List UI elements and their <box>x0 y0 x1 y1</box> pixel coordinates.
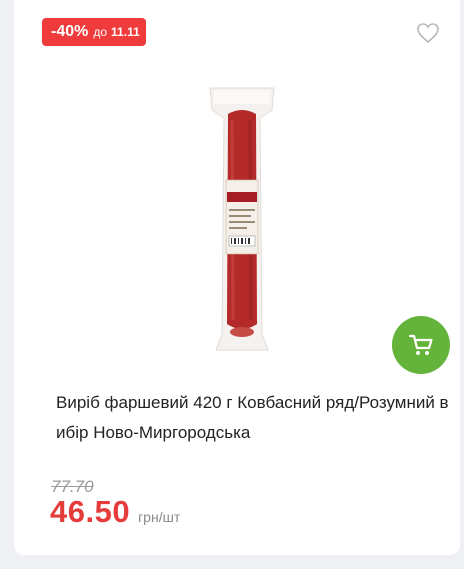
discount-date: 11.11 <box>111 25 140 39</box>
product-image <box>209 87 275 351</box>
discount-percent: -40% <box>51 23 89 40</box>
cart-icon <box>408 334 433 355</box>
current-price: 46.50 <box>50 494 131 529</box>
product-title[interactable]: Виріб фаршевий 420 г Ковбасний ряд/Розум… <box>56 388 450 448</box>
discount-until-label: до <box>93 25 108 39</box>
add-to-cart-button[interactable] <box>392 316 450 374</box>
price-row: 46.50 грн/шт <box>50 494 180 530</box>
heart-outline-icon <box>417 23 439 44</box>
favorite-button[interactable] <box>416 22 440 44</box>
discount-badge: -40% до 11.11 <box>42 18 146 46</box>
price-unit: грн/шт <box>138 509 181 525</box>
product-card[interactable]: -40% до 11.11 Виріб фаршевий 420 г Ковба… <box>14 0 460 555</box>
